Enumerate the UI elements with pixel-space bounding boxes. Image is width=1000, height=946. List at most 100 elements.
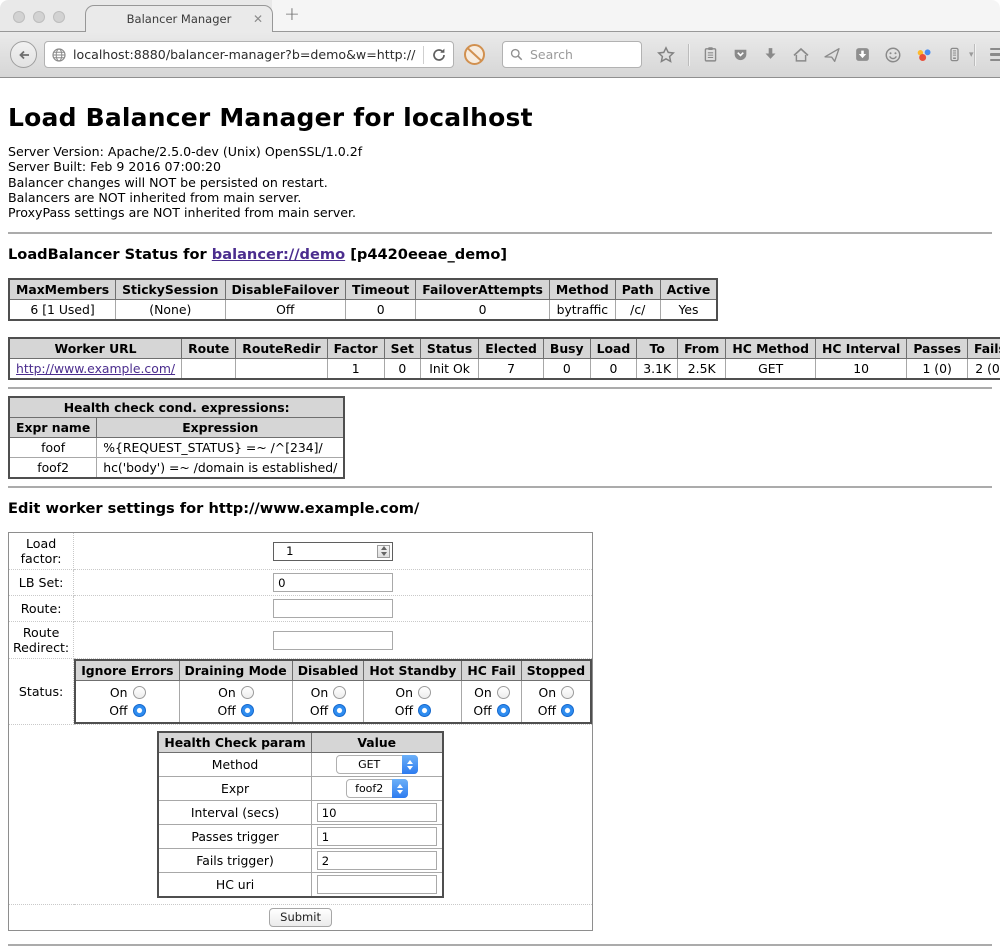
submit-button[interactable]: Submit — [269, 908, 332, 927]
pocket-icon[interactable] — [732, 46, 749, 63]
edit-worker-form: Load factor: LB Set: Route: Route Redire… — [8, 532, 593, 931]
menu-icon[interactable] — [990, 48, 1000, 61]
url-text[interactable]: localhost:8880/balancer-manager?b=demo&w… — [73, 47, 416, 62]
data-cell — [236, 359, 327, 380]
worker-url-link[interactable]: http://www.example.com/ — [16, 361, 175, 376]
clipboard-icon[interactable] — [702, 46, 719, 63]
method-select-value: GET — [337, 758, 402, 771]
radio-selected[interactable] — [133, 704, 146, 717]
data-cell: (None) — [116, 300, 225, 321]
download-icon[interactable] — [762, 46, 779, 63]
radio-unselected[interactable] — [497, 686, 510, 699]
passes-input[interactable] — [317, 827, 437, 846]
browser-tab[interactable]: Balancer Manager ✕ — [85, 5, 273, 32]
worker-status-table: Worker URL Route RouteRedir Factor Set S… — [8, 337, 1000, 380]
header-cell: HC Method — [726, 338, 816, 359]
send-icon[interactable] — [823, 46, 841, 64]
header-cell: Factor — [327, 338, 384, 359]
close-window-icon[interactable] — [13, 11, 25, 23]
search-bar[interactable] — [502, 41, 642, 68]
radio-label: On — [538, 685, 556, 700]
select-stepper-icon — [392, 779, 408, 798]
data-cell: 7 — [479, 359, 544, 380]
new-tab-button[interactable]: + — [284, 3, 300, 25]
method-cell: GET — [311, 753, 443, 777]
header-cell: StickySession — [116, 279, 225, 300]
radio-unselected[interactable] — [561, 686, 574, 699]
radio-unselected[interactable] — [133, 686, 146, 699]
radio-unselected[interactable] — [333, 686, 346, 699]
smiley-icon[interactable] — [884, 46, 902, 64]
divider — [8, 387, 992, 389]
data-cell: Off — [225, 300, 346, 321]
battery-icon[interactable] — [946, 46, 963, 63]
lb-status-heading: LoadBalancer Status for balancer://demo … — [8, 246, 992, 263]
interval-label: Interval (secs) — [158, 801, 311, 825]
status-label: Status: — [9, 659, 74, 725]
data-cell: 0 — [590, 359, 637, 380]
balancer-link[interactable]: balancer://demo — [212, 246, 345, 263]
lb-set-input[interactable] — [273, 573, 393, 592]
expr-value-cell: hc('body') =~ /domain is established/ — [97, 458, 345, 479]
disabled-radios: OnOff — [292, 681, 364, 724]
form-row: LB Set: — [9, 570, 593, 596]
radio-selected[interactable] — [497, 704, 510, 717]
table-row: foof2 hc('body') =~ /domain is establish… — [9, 458, 344, 479]
fails-label: Fails trigger) — [158, 849, 311, 873]
form-row: HC uri — [158, 873, 442, 898]
expr-select[interactable]: foof2 — [346, 779, 408, 798]
radio-selected[interactable] — [333, 704, 346, 717]
server-version-line: Server Version: Apache/2.5.0-dev (Unix) … — [8, 144, 992, 159]
tab-close-icon[interactable]: ✕ — [253, 12, 263, 26]
save-page-icon[interactable] — [854, 46, 871, 63]
data-cell: bytraffic — [549, 300, 615, 321]
hc-uri-label: HC uri — [158, 873, 311, 898]
header-cell: Draining Mode — [179, 660, 292, 681]
select-stepper-icon — [402, 755, 418, 774]
radio-selected[interactable] — [418, 704, 431, 717]
radio-label: On — [110, 685, 128, 700]
star-icon[interactable] — [657, 46, 675, 64]
route-redirect-cell — [74, 622, 593, 659]
divider — [8, 486, 992, 488]
colors-icon[interactable] — [915, 46, 933, 64]
lb-set-cell — [74, 570, 593, 596]
fails-cell — [311, 849, 443, 873]
number-spinner-icon[interactable] — [377, 545, 390, 558]
data-cell: 1 — [327, 359, 384, 380]
interval-input[interactable] — [317, 803, 437, 822]
table-title: Health check cond. expressions: — [9, 397, 344, 418]
data-cell: 2.5K — [678, 359, 726, 380]
url-bar[interactable]: localhost:8880/balancer-manager?b=demo&w… — [44, 41, 454, 68]
zoom-window-icon[interactable] — [53, 11, 65, 23]
back-button[interactable] — [10, 41, 37, 68]
status-table: Ignore Errors Draining Mode Disabled Hot… — [74, 659, 592, 724]
minimize-window-icon[interactable] — [33, 11, 45, 23]
tab-title: Balancer Manager — [127, 12, 232, 26]
hc-fail-radios: OnOff — [462, 681, 521, 724]
form-row: Route Redirect: — [9, 622, 593, 659]
header-cell: Load — [590, 338, 637, 359]
home-icon[interactable] — [792, 46, 810, 64]
hc-uri-input[interactable] — [317, 875, 437, 894]
table-row: 6 [1 Used] (None) Off 0 0 bytraffic /c/ … — [9, 300, 717, 321]
reload-icon[interactable] — [431, 47, 447, 63]
route-input[interactable] — [273, 599, 393, 618]
table-header-row: Expr name Expression — [9, 418, 344, 438]
blocked-icon[interactable] — [463, 43, 486, 66]
window-controls[interactable] — [13, 11, 65, 23]
radio-selected[interactable] — [241, 704, 254, 717]
header-cell: Busy — [543, 338, 590, 359]
radio-unselected[interactable] — [241, 686, 254, 699]
radio-label: Off — [217, 703, 235, 718]
radio-unselected[interactable] — [418, 686, 431, 699]
load-factor-input[interactable] — [283, 543, 383, 560]
method-select[interactable]: GET — [336, 755, 418, 774]
data-cell: 0 — [543, 359, 590, 380]
form-row: Load factor: — [9, 533, 593, 570]
radio-selected[interactable] — [561, 704, 574, 717]
fails-input[interactable] — [317, 851, 437, 870]
radio-label: On — [218, 685, 236, 700]
route-redirect-input[interactable] — [273, 631, 393, 650]
search-input[interactable] — [528, 46, 635, 63]
